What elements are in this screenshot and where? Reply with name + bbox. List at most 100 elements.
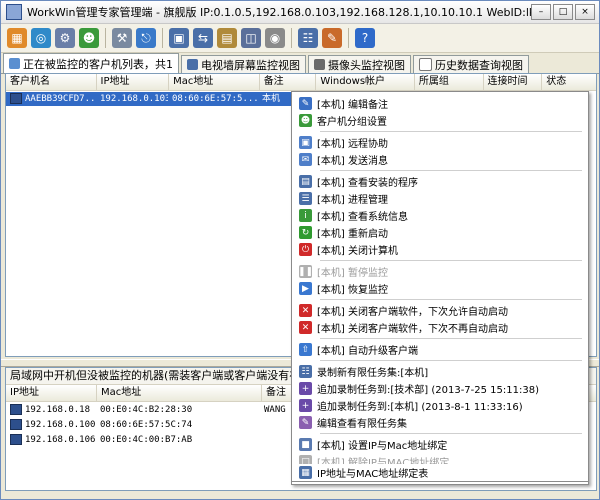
tab-history[interactable]: 历史数据查询视图 [413, 55, 529, 73]
client-name-cell: AAEBB39CFD7... [6, 92, 96, 106]
usb-icon[interactable]: ⎋ [136, 28, 156, 48]
column-header[interactable]: 所属组 [415, 74, 484, 90]
network-icon[interactable]: ⇆ [193, 28, 213, 48]
column-header[interactable]: 备注 [260, 74, 317, 90]
menu-item-label: [本机] 发送消息 [317, 156, 388, 167]
menu-item-label: [本机] 关闭客户端软件，下次不再自动启动 [317, 324, 508, 335]
users-icon[interactable]: ☻ [79, 28, 99, 48]
power-icon: ⏻ [299, 243, 312, 256]
maximize-button[interactable]: □ [553, 4, 573, 20]
unmonitored-mac: 08:60:6E:57:5C:74 [100, 420, 193, 430]
menu-item-close-client-no-autostart[interactable]: ✕ [本机] 关闭客户端软件，下次不再自动启动 [292, 319, 588, 336]
title-bar: WorkWin管理专家管理端 - 旗舰版 IP:0.1.0.5,192.168.… [1, 1, 599, 24]
document-icon[interactable]: ▤ [217, 28, 237, 48]
menu-item-label: 客户机分组设置 [317, 117, 387, 128]
close-x-icon: ✕ [299, 304, 312, 317]
close-button[interactable]: × [575, 4, 595, 20]
computer-icon [10, 419, 22, 430]
column-header[interactable]: IP地址 [6, 385, 97, 401]
programs-icon: ▤ [299, 175, 312, 188]
menu-item-shutdown[interactable]: ⏻ [本机] 关闭计算机 [292, 241, 588, 258]
menu-item-label: [本机] 关闭计算机 [317, 246, 398, 257]
layers-icon[interactable]: ▦ [7, 28, 27, 48]
remote-icon: ▣ [299, 136, 312, 149]
menu-separator [320, 260, 582, 261]
windows-icon[interactable]: ◫ [241, 28, 261, 48]
column-header[interactable]: Windows帐户 [316, 74, 415, 90]
menu-item-label: [本机] 查看系统信息 [317, 212, 408, 223]
menu-item-system-info[interactable]: i [本机] 查看系统信息 [292, 207, 588, 224]
client-name: AAEBB39CFD7... [25, 94, 96, 104]
menu-separator [320, 338, 582, 339]
tab-tv-wall[interactable]: 电视墙屏幕监控视图 [181, 55, 306, 73]
unmonitored-ip-cell: 192.168.0.100 [6, 418, 96, 432]
unmonitored-mac: 00:E0:4C:00:B7:AB [100, 435, 193, 445]
menu-item-pause-monitoring[interactable]: ❚❚ [本机] 暂停监控 [292, 263, 588, 280]
tab-client-list[interactable]: 正在被监控的客户机列表，共1 [3, 53, 179, 73]
append-icon: + [299, 382, 312, 395]
menu-item-remote-assist[interactable]: ▣ [本机] 远程协助 [292, 134, 588, 151]
column-header[interactable]: IP地址 [97, 74, 170, 90]
globe-icon[interactable]: ◎ [31, 28, 51, 48]
screen-icon[interactable]: ▣ [169, 28, 189, 48]
menu-item-label: [本机] 设置IP与Mac地址绑定 [317, 441, 448, 452]
column-header[interactable]: 客户机名 [6, 74, 97, 90]
menu-item-auto-upgrade[interactable]: ⇧ [本机] 自动升级客户端 [292, 341, 588, 358]
screen-wall-icon [187, 59, 198, 70]
append-icon: + [299, 399, 312, 412]
menu-item-label: [本机] 自动升级客户端 [317, 346, 418, 357]
column-header[interactable]: 连接时间 [484, 74, 543, 90]
toolbar: ▦ ◎ ⚙ ☻ ⚒ ⎋ ▣ ⇆ ▤ ◫ ◉ ☷ ✎ ? [1, 24, 599, 53]
menu-item-record-task-set[interactable]: ☷ 录制新有限任务集:[本机] [292, 363, 588, 380]
view-tabs: 正在被监控的客户机列表，共1 电视墙屏幕监控视图 摄像头监控视图 历史数据查询视… [1, 53, 599, 74]
pause-icon: ❚❚ [297, 265, 314, 278]
client-mac: 08:60:6E:57:5... [168, 92, 258, 106]
menu-item-label: 编辑查看有限任务集 [317, 419, 407, 430]
user-log-icon[interactable]: ✎ [322, 28, 342, 48]
column-header[interactable]: 状态 [542, 74, 596, 90]
disk-icon[interactable]: ◉ [265, 28, 285, 48]
column-header[interactable]: Mac地址 [97, 385, 262, 401]
menu-item-binding-table[interactable]: ▦ IP地址与MAC地址绑定表 [291, 464, 589, 482]
menu-item-bind-ip-mac[interactable]: ■ [本机] 设置IP与Mac地址绑定 [292, 436, 588, 453]
unmonitored-ip-cell: 192.168.0.106 [6, 433, 96, 447]
unmonitored-mac: 00:E0:4C:B2:28:30 [100, 405, 193, 415]
menu-item-restart[interactable]: ↻ [本机] 重新启动 [292, 224, 588, 241]
clipboard-icon[interactable]: ☷ [298, 28, 318, 48]
menu-item-group-settings[interactable]: ☻ 客户机分组设置 [292, 112, 588, 129]
menu-item-send-message[interactable]: ✉ [本机] 发送消息 [292, 151, 588, 168]
menu-separator [320, 360, 582, 361]
unmonitored-ip: 192.168.0.18 [25, 405, 91, 415]
unmonitored-ip-cell: 192.168.0.18 [6, 403, 96, 417]
menu-item-label: 追加录制任务到:[技术部] (2013-7-25 15:11:38) [317, 385, 539, 396]
menu-item-label: [本机] 恢复监控 [317, 285, 388, 296]
lock-icon: ■ [299, 438, 312, 451]
context-menu: ✎ [本机] 编辑备注 ☻ 客户机分组设置 ▣ [本机] 远程协助 ✉ [本机] 发送消… [291, 91, 589, 485]
menu-item-append-task-tech[interactable]: + 追加录制任务到:[技术部] (2013-7-25 15:11:38) [292, 380, 588, 397]
tab-label: 正在被监控的客户机列表，共1 [23, 57, 173, 71]
help-icon[interactable]: ? [355, 28, 375, 48]
menu-item-installed-programs[interactable]: ▤ [本机] 查看安装的程序 [292, 173, 588, 190]
menu-item-edit-task-sets[interactable]: ✎ 编辑查看有限任务集 [292, 414, 588, 431]
sysinfo-icon: i [299, 209, 312, 222]
play-icon: ▶ [299, 282, 312, 295]
monitor-settings-icon[interactable]: ⚙ [55, 28, 75, 48]
menu-item-label: [本机] 重新启动 [317, 229, 388, 240]
computer-icon [10, 404, 22, 415]
history-doc-icon [419, 58, 432, 71]
menu-item-append-task-local[interactable]: + 追加录制任务到:[本机] (2013-8-1 11:33:16) [292, 397, 588, 414]
tools-icon[interactable]: ⚒ [112, 28, 132, 48]
column-header[interactable]: Mac地址 [169, 74, 260, 90]
menu-item-process-management[interactable]: ☰ [本机] 进程管理 [292, 190, 588, 207]
menu-item-resume-monitoring[interactable]: ▶ [本机] 恢复监控 [292, 280, 588, 297]
close-x-icon: ✕ [299, 321, 312, 334]
menu-item-label: [本机] 暂停监控 [317, 268, 388, 279]
menu-item-close-client-autostart[interactable]: ✕ [本机] 关闭客户端软件，下次允许自动启动 [292, 302, 588, 319]
computer-icon [10, 434, 22, 445]
minimize-button[interactable]: – [531, 4, 551, 20]
menu-item-label: 追加录制任务到:[本机] (2013-8-1 11:33:16) [317, 402, 523, 413]
binding-table-icon: ▦ [299, 466, 312, 479]
tab-camera[interactable]: 摄像头监控视图 [308, 55, 411, 73]
camera-icon [314, 59, 325, 70]
menu-item-edit-note[interactable]: ✎ [本机] 编辑备注 [292, 95, 588, 112]
